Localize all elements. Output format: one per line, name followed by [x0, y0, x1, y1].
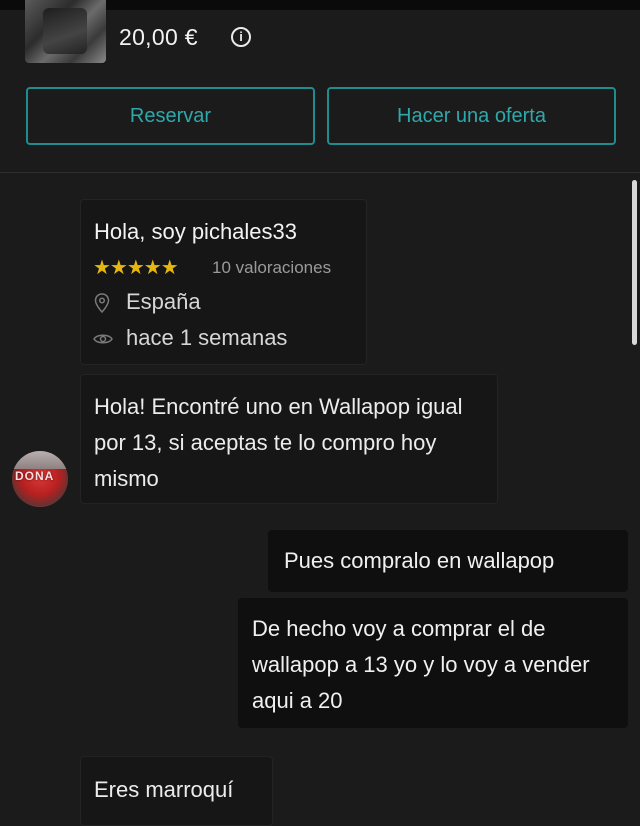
message-bubble-outgoing: Pues compralo en wallapop	[268, 530, 628, 592]
info-circle-icon[interactable]: i	[231, 27, 251, 47]
message-bubble-outgoing: De hecho voy a comprar el de wallapop a …	[238, 598, 628, 728]
product-price: 20,00 €	[119, 24, 198, 50]
seller-last-seen: hace 1 semanas	[126, 325, 288, 350]
rating-count[interactable]: 10 valoraciones	[212, 258, 331, 278]
location-pin-icon	[94, 293, 110, 313]
reserve-button[interactable]: Reservar	[26, 87, 315, 145]
message-bubble-incoming: Eres marroquí	[80, 756, 273, 826]
seller-greeting: Hola, soy pichales33	[94, 219, 298, 244]
avatar-text: DONA	[15, 469, 55, 483]
message-bubble-incoming: Hola! Encontré uno en Wallapop igual por…	[80, 374, 498, 504]
seller-location: España	[126, 289, 201, 314]
seller-profile-card: Hola, soy pichales33 ★★★★★ 10 valoracion…	[80, 199, 367, 365]
rating-stars-icon: ★★★★★	[93, 257, 179, 279]
make-offer-button[interactable]: Hacer una oferta	[327, 87, 616, 145]
scrollbar[interactable]	[632, 180, 637, 345]
header-divider	[0, 172, 640, 173]
product-thumbnail[interactable]	[25, 0, 106, 63]
user-avatar[interactable]: DONA	[12, 451, 68, 507]
eye-icon	[93, 334, 113, 344]
